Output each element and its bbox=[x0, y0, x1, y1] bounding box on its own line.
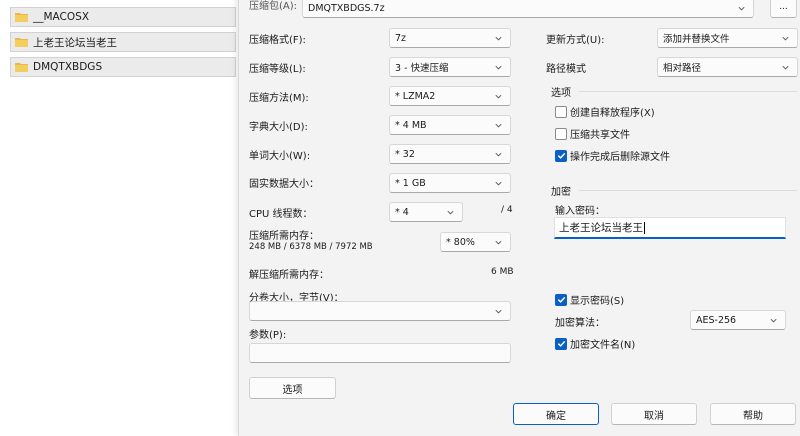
params-input[interactable] bbox=[249, 343, 511, 363]
encrypt-group-title: 加密 bbox=[551, 187, 571, 198]
group-divider bbox=[579, 190, 797, 191]
chevron-down-icon bbox=[495, 240, 502, 245]
params-label: 参数(P): bbox=[249, 330, 287, 341]
encrypt-names-label: 加密文件名(N) bbox=[570, 340, 636, 351]
group-divider bbox=[579, 91, 797, 92]
level-label: 压缩等级(L): bbox=[249, 64, 306, 75]
cpu-max: / 4 bbox=[501, 205, 513, 215]
mem-compress-label: 压缩所需内存： bbox=[249, 231, 319, 242]
mem-decompress-label: 解压缩所需内存： bbox=[249, 270, 329, 281]
folder-icon bbox=[15, 13, 28, 22]
file-name: __MACOSX bbox=[33, 11, 90, 23]
file-item-macosx[interactable]: __MACOSX bbox=[10, 7, 236, 27]
shared-files-label: 压缩共享文件 bbox=[570, 130, 630, 141]
mem-usage-combo[interactable]: * 80% bbox=[440, 232, 511, 252]
format-value: 7z bbox=[395, 32, 407, 44]
chevron-down-icon bbox=[495, 123, 502, 128]
path-mode-label: 路径模式 bbox=[546, 64, 586, 75]
format-label: 压缩格式(F): bbox=[249, 35, 306, 46]
file-item-dmqtxbdgs[interactable]: DMQTXBDGS bbox=[10, 57, 236, 77]
dict-value: * 4 MB bbox=[395, 119, 427, 131]
dict-label: 字典大小(D): bbox=[249, 122, 308, 133]
mem-usage-value: * 80% bbox=[446, 236, 475, 248]
chevron-down-icon bbox=[782, 36, 789, 41]
solid-value: * 1 GB bbox=[395, 177, 426, 189]
checkbox-checked-icon bbox=[555, 293, 567, 306]
split-combo[interactable] bbox=[249, 301, 511, 321]
password-value: 上老王论坛当老王 bbox=[559, 222, 643, 234]
folder-icon bbox=[15, 63, 28, 72]
sfx-label: 创建自释放程序(X) bbox=[570, 108, 655, 119]
ok-button[interactable]: 确定 bbox=[513, 403, 599, 425]
format-combo[interactable]: 7z bbox=[389, 28, 511, 48]
file-list: __MACOSX 上老王论坛当老王 DMQTXBDGS bbox=[0, 0, 238, 436]
mem-decompress-value: 6 MB bbox=[491, 267, 514, 277]
checkbox-unchecked-icon bbox=[555, 127, 567, 140]
mem-compress-detail: 248 MB / 6378 MB / 7972 MB bbox=[249, 242, 373, 252]
shared-files-checkbox[interactable]: 压缩共享文件 bbox=[555, 126, 630, 141]
archive-path-value: DMQTXBDGS.7z bbox=[308, 2, 385, 14]
encrypt-method-label: 加密算法： bbox=[555, 318, 605, 329]
method-label: 压缩方法(M): bbox=[249, 93, 309, 104]
level-value: 3 - 快速压缩 bbox=[395, 63, 449, 74]
archive-label: 压缩包(A): bbox=[249, 1, 298, 12]
encrypt-method-combo[interactable]: AES-256 bbox=[690, 310, 786, 330]
checkbox-unchecked-icon bbox=[555, 105, 567, 118]
word-combo[interactable]: * 32 bbox=[389, 144, 511, 164]
show-password-checkbox[interactable]: 显示密码(S) bbox=[555, 292, 624, 307]
word-label: 单词大小(W): bbox=[249, 151, 311, 162]
chevron-down-icon bbox=[447, 210, 454, 215]
chevron-down-icon bbox=[495, 94, 502, 99]
chevron-down-icon bbox=[782, 65, 789, 70]
cancel-button[interactable]: 取消 bbox=[611, 403, 697, 425]
encrypt-method-value: AES-256 bbox=[696, 314, 737, 326]
add-to-archive-dialog: 压缩包(A): DMQTXBDGS.7z ... 压缩格式(F): 7z 压缩等… bbox=[238, 0, 800, 436]
checkbox-checked-icon bbox=[555, 337, 567, 350]
chevron-down-icon bbox=[495, 309, 502, 314]
sfx-checkbox[interactable]: 创建自释放程序(X) bbox=[555, 104, 655, 119]
chevron-down-icon bbox=[770, 318, 777, 323]
help-button[interactable]: 帮助 bbox=[710, 403, 796, 425]
path-mode-combo[interactable]: 相对路径 bbox=[657, 57, 798, 77]
chevron-down-icon bbox=[738, 6, 745, 11]
folder-icon bbox=[15, 38, 28, 47]
options-button[interactable]: 选项 bbox=[249, 377, 336, 399]
file-name: 上老王论坛当老王 bbox=[33, 36, 117, 49]
encrypt-names-checkbox[interactable]: 加密文件名(N) bbox=[555, 336, 635, 351]
dict-combo[interactable]: * 4 MB bbox=[389, 115, 511, 135]
path-mode-value: 相对路径 bbox=[663, 63, 702, 74]
checkbox-checked-icon bbox=[555, 149, 567, 162]
file-item-folder[interactable]: 上老王论坛当老王 bbox=[10, 32, 236, 52]
cpu-label: CPU 线程数： bbox=[249, 209, 313, 220]
password-label: 输入密码： bbox=[555, 206, 605, 217]
update-mode-value: 添加并替换文件 bbox=[663, 34, 730, 45]
delete-source-label: 操作完成后删除源文件 bbox=[570, 152, 670, 163]
method-value: * LZMA2 bbox=[395, 90, 436, 102]
delete-source-checkbox[interactable]: 操作完成后删除源文件 bbox=[555, 148, 670, 163]
chevron-down-icon bbox=[495, 181, 502, 186]
word-value: * 32 bbox=[395, 148, 415, 160]
archive-path-combo[interactable]: DMQTXBDGS.7z bbox=[302, 0, 754, 18]
cpu-combo[interactable]: * 4 bbox=[389, 202, 463, 222]
level-combo[interactable]: 3 - 快速压缩 bbox=[389, 57, 511, 77]
browse-button[interactable]: ... bbox=[770, 0, 797, 18]
chevron-down-icon bbox=[495, 36, 502, 41]
method-combo[interactable]: * LZMA2 bbox=[389, 86, 511, 106]
options-group-title: 选项 bbox=[551, 88, 571, 99]
chevron-down-icon bbox=[495, 65, 502, 70]
chevron-down-icon bbox=[495, 152, 502, 157]
file-name: DMQTXBDGS bbox=[33, 61, 103, 73]
solid-label: 固实数据大小： bbox=[249, 179, 319, 190]
solid-combo[interactable]: * 1 GB bbox=[389, 173, 511, 193]
cpu-value: * 4 bbox=[395, 206, 409, 218]
password-input[interactable]: 上老王论坛当老王 bbox=[554, 217, 786, 239]
update-mode-combo[interactable]: 添加并替换文件 bbox=[657, 28, 798, 48]
update-label: 更新方式(U): bbox=[546, 35, 605, 46]
text-caret bbox=[644, 221, 645, 234]
show-password-label: 显示密码(S) bbox=[570, 296, 625, 307]
